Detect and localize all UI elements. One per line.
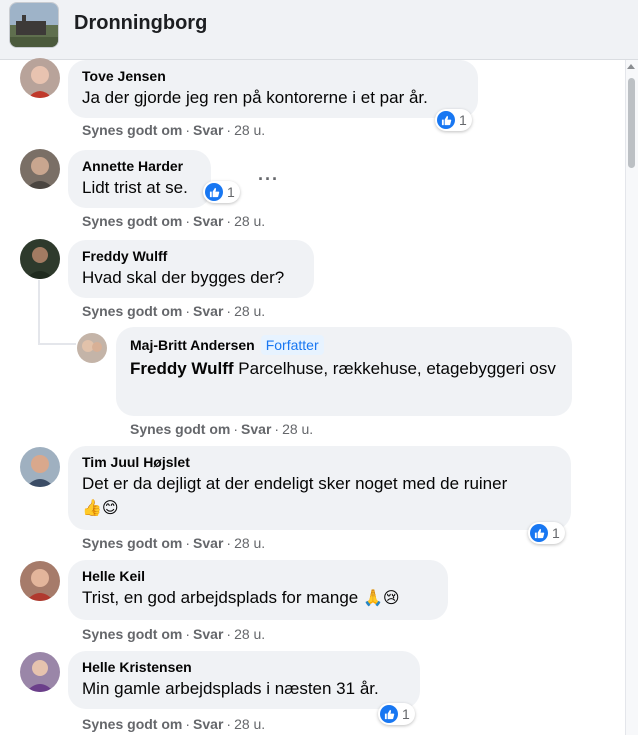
reaction-count: 1 (459, 112, 467, 128)
comment-bubble: Helle Kristensen Min gamle arbejdsplads … (68, 651, 420, 709)
comment-text: Lidt trist at se. (82, 178, 188, 197)
reply-button[interactable]: Svar (193, 213, 223, 229)
emoji-pray-cry: 🙏😢 (362, 588, 400, 607)
comment-actions: Synes godt om · Svar · 28 u. (82, 213, 266, 229)
comment-author[interactable]: Freddy Wulff (82, 248, 167, 264)
group-cover-image[interactable] (9, 2, 59, 48)
avatar[interactable] (20, 447, 60, 487)
comment-text: Hvad skal der bygges der? (82, 268, 285, 287)
author-badge: Forfatter (260, 335, 324, 355)
reaction-summary[interactable]: 1 (203, 181, 240, 203)
group-title[interactable]: Dronningborg (74, 12, 207, 35)
comment-author[interactable]: Tove Jensen (82, 68, 166, 84)
comment-actions: Synes godt om · Svar · 28 u. (82, 716, 266, 732)
avatar[interactable] (20, 58, 60, 98)
comment-bubble: Tove Jensen Ja der gjorde jeg ren på kon… (68, 60, 478, 118)
emoji-thumbs-up-smile: 👍😊 (82, 498, 119, 517)
comment-author[interactable]: Annette Harder (82, 158, 183, 174)
reaction-count: 1 (552, 525, 560, 541)
like-button[interactable]: Synes godt om (82, 122, 182, 138)
reply-thread-line (38, 280, 40, 344)
reply-thread-line (38, 343, 76, 345)
reply-actions: Synes godt om · Svar · 28 u. (130, 421, 314, 437)
comment-time[interactable]: 28 u. (234, 716, 265, 732)
comment-author[interactable]: Helle Keil (82, 568, 145, 584)
reply-button[interactable]: Svar (193, 535, 223, 551)
reaction-count: 1 (402, 706, 410, 722)
comment-author[interactable]: Helle Kristensen (82, 659, 192, 675)
mention-link[interactable]: Freddy Wulff (130, 359, 234, 378)
comment-text: Det er da dejligt at der endeligt sker n… (82, 474, 508, 517)
avatar[interactable] (20, 239, 60, 279)
comment-time[interactable]: 28 u. (234, 626, 265, 642)
reaction-count: 1 (227, 184, 235, 200)
avatar[interactable] (20, 149, 60, 189)
reply-author[interactable]: Maj-Britt Andersen (130, 337, 255, 353)
like-icon (437, 111, 455, 129)
reply-button[interactable]: Svar (193, 122, 223, 138)
like-button[interactable]: Synes godt om (82, 716, 182, 732)
reaction-summary[interactable]: 1 (528, 522, 565, 544)
comment-author[interactable]: Tim Juul Højslet (82, 454, 190, 470)
comment-bubble: Helle Keil Trist, en god arbejdsplads fo… (68, 560, 448, 620)
comment-time[interactable]: 28 u. (234, 303, 265, 319)
comment-text: Ja der gjorde jeg ren på kontorerne i et… (82, 88, 428, 107)
comment-bubble: Freddy Wulff Hvad skal der bygges der? (68, 240, 314, 298)
comment-time[interactable]: 28 u. (234, 213, 265, 229)
comment-actions: Synes godt om · Svar · 28 u. (82, 303, 266, 319)
comment-time[interactable]: 28 u. (234, 535, 265, 551)
comment-actions: Synes godt om · Svar · 28 u. (82, 122, 266, 138)
reaction-summary[interactable]: 1 (435, 109, 472, 131)
reply-button[interactable]: Svar (193, 626, 223, 642)
reply-button[interactable]: Svar (241, 421, 271, 437)
comment-time[interactable]: 28 u. (282, 421, 313, 437)
like-icon (205, 183, 223, 201)
like-icon (530, 524, 548, 542)
scroll-up-arrow-icon[interactable] (627, 64, 635, 69)
group-header: Dronningborg (0, 0, 638, 60)
like-button[interactable]: Synes godt om (82, 213, 182, 229)
comment-actions: Synes godt om · Svar · 28 u. (82, 626, 266, 642)
comment-bubble: Annette Harder Lidt trist at se. (68, 150, 211, 208)
reply-text: Freddy Wulff Parcelhuse, rækkehuse, etag… (130, 359, 556, 378)
avatar[interactable] (20, 561, 60, 601)
like-button[interactable]: Synes godt om (82, 535, 182, 551)
like-button[interactable]: Synes godt om (82, 303, 182, 319)
reply-button[interactable]: Svar (193, 303, 223, 319)
comment-actions: Synes godt om · Svar · 28 u. (82, 535, 266, 551)
reply-button[interactable]: Svar (193, 716, 223, 732)
avatar[interactable] (20, 652, 60, 692)
comment-text: Trist, en god arbejdsplads for mange 🙏😢 (82, 588, 400, 607)
scrollbar-thumb[interactable] (628, 78, 635, 168)
avatar[interactable] (77, 333, 107, 363)
comment-bubble: Tim Juul Højslet Det er da dejligt at de… (68, 446, 571, 530)
more-options-icon[interactable]: ··· (258, 170, 279, 188)
reaction-summary[interactable]: 1 (378, 703, 415, 725)
reply-bubble: Maj-Britt Andersen Forfatter Freddy Wulf… (116, 327, 572, 416)
like-button[interactable]: Synes godt om (82, 626, 182, 642)
like-icon (380, 705, 398, 723)
comment-time[interactable]: 28 u. (234, 122, 265, 138)
comment-text: Min gamle arbejdsplads i næsten 31 år. (82, 679, 379, 698)
like-button[interactable]: Synes godt om (130, 421, 230, 437)
